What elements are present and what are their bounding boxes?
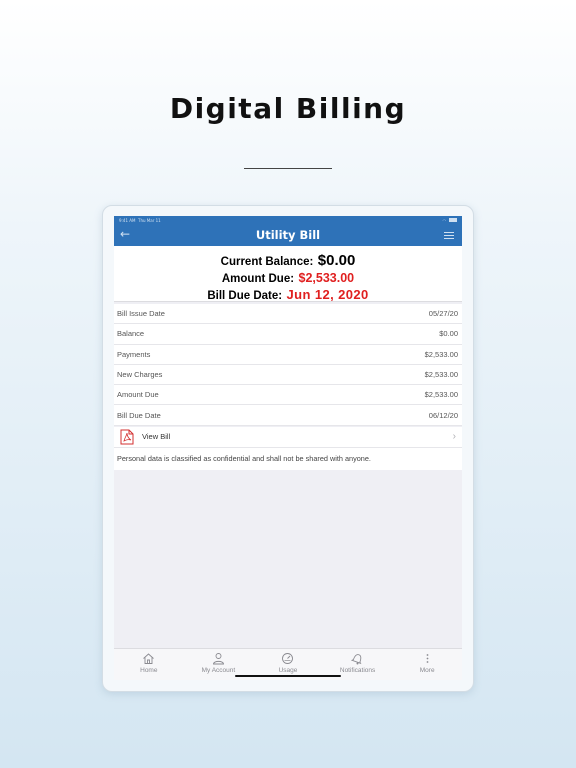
- due-date-value: Jun 12, 2020: [286, 287, 369, 302]
- user-icon: [212, 653, 224, 665]
- tab-bar: Home My Account Usage Notifications More: [114, 648, 462, 680]
- bell-icon: [351, 654, 362, 665]
- wifi-icon: ◠: [442, 217, 447, 223]
- view-bill-button[interactable]: View Bill ›: [114, 426, 462, 448]
- chevron-right-icon: ›: [452, 431, 456, 443]
- tab-more[interactable]: More: [392, 649, 462, 680]
- current-balance-line: Current Balance: $0.00: [220, 252, 356, 269]
- battery-icon: [449, 218, 457, 222]
- amount-due-line: Amount Due: $2,533.00: [221, 271, 355, 285]
- due-date-line: Bill Due Date: Jun 12, 2020: [207, 287, 369, 302]
- home-indicator: [235, 675, 341, 677]
- more-icon: [426, 654, 429, 663]
- bill-details-list: Bill Issue Date 05/27/20 Balance $0.00 P…: [114, 304, 462, 426]
- amount-due-value: $2,533.00: [298, 271, 355, 285]
- page-headline: Digital Billing: [169, 92, 407, 125]
- detail-row-new-charges: New Charges $2,533.00: [114, 365, 462, 386]
- detail-row-amount-due: Amount Due $2,533.00: [114, 385, 462, 406]
- detail-row-due-date: Bill Due Date 06/12/20: [114, 405, 462, 426]
- detail-row-issue-date: Bill Issue Date 05/27/20: [114, 304, 462, 325]
- privacy-notice: Personal data is classified as confident…: [114, 447, 462, 470]
- nav-title: Utility Bill: [255, 228, 321, 242]
- bill-summary: Current Balance: $0.00 Amount Due: $2,53…: [114, 246, 462, 302]
- status-time: 9:41 AM Thu Mar 11: [119, 217, 161, 223]
- home-icon: [143, 653, 155, 664]
- hamburger-menu-icon[interactable]: [444, 232, 454, 239]
- headline-divider: [244, 168, 332, 169]
- current-balance-value: $0.00: [317, 252, 356, 269]
- detail-row-payments: Payments $2,533.00: [114, 345, 462, 365]
- nav-bar: ← Utility Bill: [114, 224, 462, 246]
- status-bar: 9:41 AM Thu Mar 11 ◠: [114, 216, 462, 224]
- detail-row-balance: Balance $0.00: [114, 324, 462, 345]
- gauge-icon: [282, 653, 294, 664]
- view-bill-label: View Bill: [142, 432, 171, 442]
- tab-home[interactable]: Home: [114, 649, 184, 680]
- app-screen: 9:41 AM Thu Mar 11 ◠ ← Utility Bill Curr…: [114, 216, 462, 680]
- back-arrow-icon[interactable]: ←: [120, 227, 130, 241]
- pdf-icon: [120, 429, 134, 445]
